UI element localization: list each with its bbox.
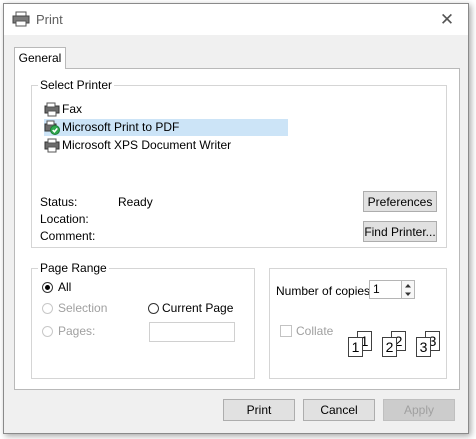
title-bar: Print ✕ [4, 4, 468, 35]
fax-printer-icon [44, 102, 60, 117]
collate-label: Collate [296, 324, 334, 338]
all-label: All [58, 280, 72, 294]
general-panel: Select Printer Fax Microsoft Print to PD… [14, 68, 460, 390]
printer-item-fax[interactable]: Fax [44, 101, 82, 118]
select-printer-label: Select Printer [38, 78, 115, 92]
number-of-copies-label: Number of copies: [276, 284, 374, 298]
current-page-radio[interactable] [148, 303, 159, 314]
collate-page: 2 [382, 337, 397, 357]
apply-button[interactable]: Apply [383, 399, 455, 421]
collate-page: 1 [348, 337, 363, 357]
spin-up-icon[interactable] [402, 281, 414, 290]
printer-name: Microsoft XPS Document Writer [62, 138, 232, 152]
pages-input[interactable] [149, 322, 235, 342]
close-button[interactable]: ✕ [432, 8, 462, 32]
printer-item-microsoft-print-to-pdf[interactable]: Microsoft Print to PDF [44, 119, 288, 136]
selection-radio[interactable] [42, 303, 53, 314]
status-label: Status: [40, 195, 78, 209]
radio-selected-dot [45, 285, 50, 290]
current-page-label: Current Page [162, 301, 234, 315]
collate-checkbox[interactable] [280, 325, 292, 337]
copies-spinner[interactable] [402, 280, 415, 299]
preferences-button[interactable]: Preferences [363, 191, 437, 212]
status-value: Ready [118, 195, 153, 209]
copies-value: 1 [373, 282, 380, 296]
copies-group: Number of copies: 1 Collate 1 1 2 2 3 3 [269, 268, 447, 379]
page-range-group: Page Range All Selection Current Page Pa… [31, 261, 255, 379]
printer-name: Fax [62, 102, 83, 116]
print-button[interactable]: Print [223, 399, 295, 421]
collate-icon: 1 1 2 2 3 3 [346, 327, 442, 357]
select-printer-group: Select Printer Fax Microsoft Print to PD… [31, 78, 447, 248]
print-dialog: Print ✕ General Select Printer Fax Micro… [3, 3, 469, 434]
window-title: Print [36, 12, 63, 27]
all-radio[interactable] [42, 282, 53, 293]
printer-icon [12, 11, 30, 27]
selection-label: Selection [58, 301, 108, 315]
location-label: Location: [40, 212, 89, 226]
printer-name: Microsoft Print to PDF [62, 120, 180, 134]
printer-item-microsoft-xps-document-writer[interactable]: Microsoft XPS Document Writer [44, 137, 231, 154]
find-printer-button[interactable]: Find Printer... [363, 221, 437, 242]
printer-icon [44, 138, 60, 153]
copies-input[interactable]: 1 [369, 280, 402, 299]
pages-radio[interactable] [42, 326, 53, 337]
spin-down-icon[interactable] [402, 290, 414, 299]
tab-general[interactable]: General [14, 47, 66, 69]
cancel-button[interactable]: Cancel [303, 399, 375, 421]
close-icon: ✕ [439, 10, 455, 29]
tab-general-label: General [18, 51, 62, 65]
page-range-label: Page Range [38, 261, 109, 275]
default-printer-icon [44, 120, 60, 135]
collate-page: 3 [416, 337, 431, 357]
pages-label: Pages: [58, 324, 96, 338]
comment-label: Comment: [40, 229, 96, 243]
